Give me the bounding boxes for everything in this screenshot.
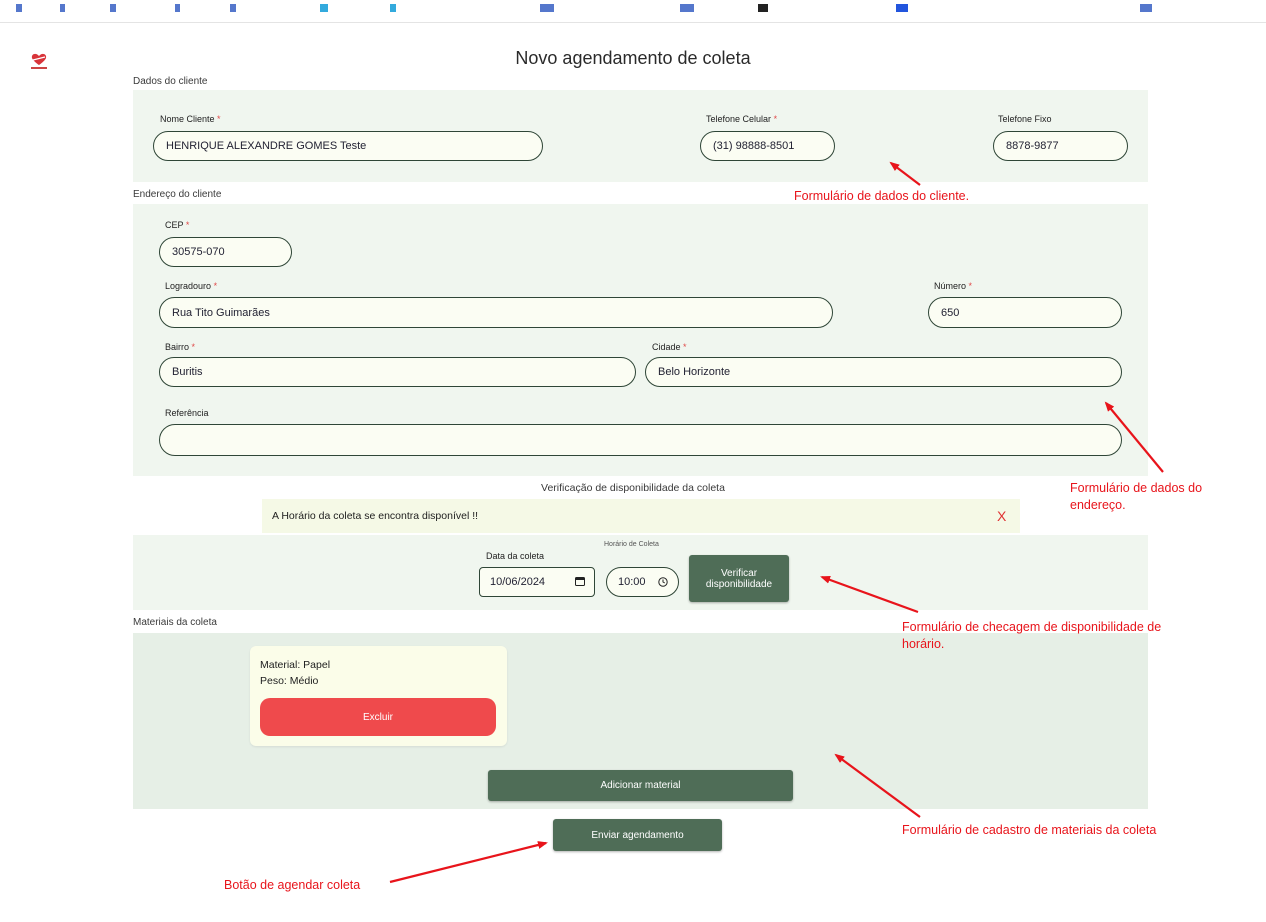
arrow-cliente [889,161,921,186]
arrow-materiais [834,753,921,818]
annotation-arrows [389,161,1164,884]
arrow-botao [389,841,548,884]
arrow-checagem [820,575,919,614]
arrow-endereco [1104,401,1164,473]
